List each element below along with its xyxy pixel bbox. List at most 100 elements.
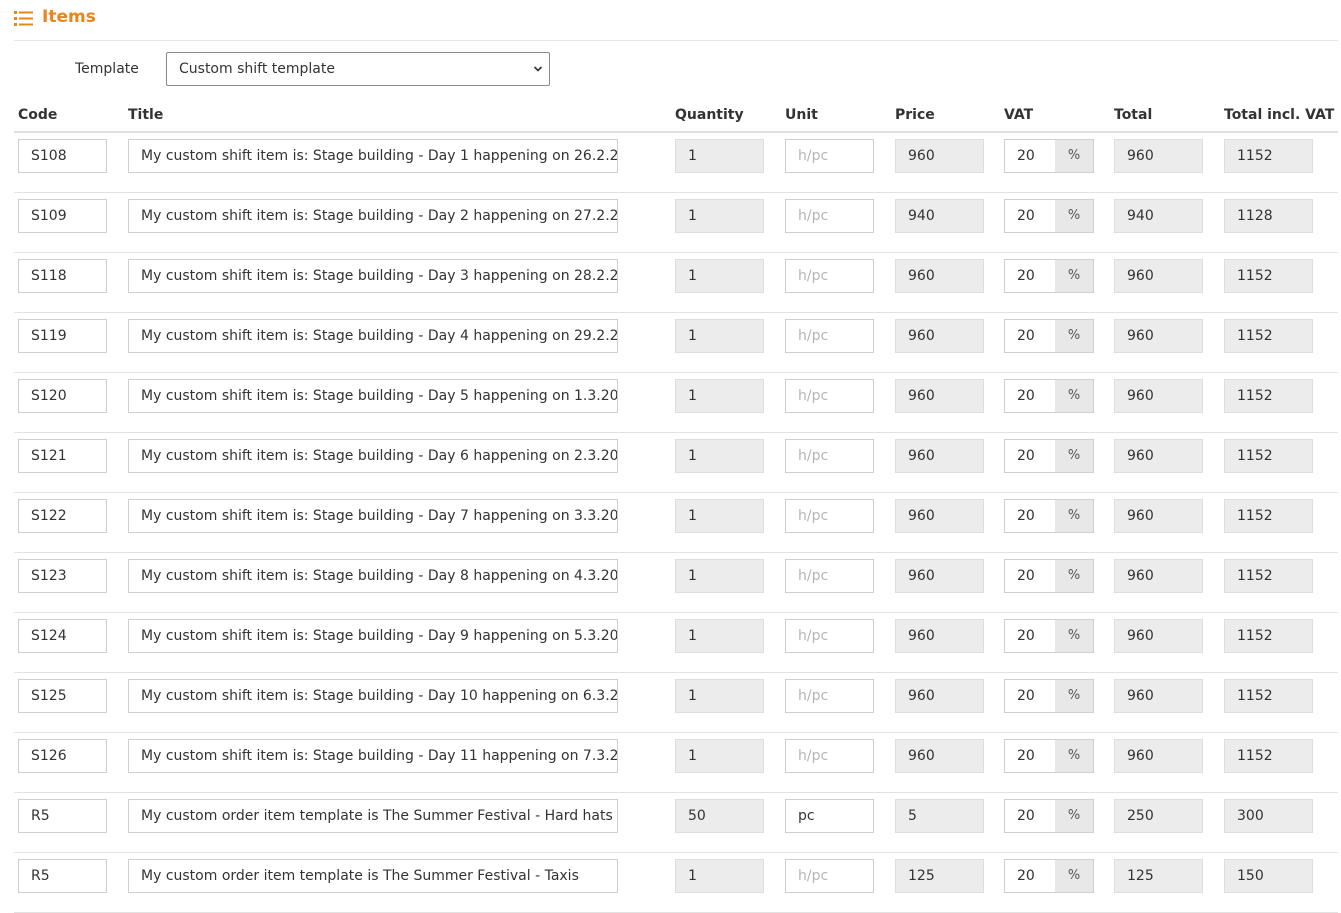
title-input[interactable]: My custom order item template is The Sum… [128,859,618,893]
table-row: R5 My custom order item template is The S… [0,793,1341,853]
vat-input[interactable]: 20 [1004,199,1055,233]
title-input[interactable]: My custom shift item is: Stage building … [128,319,618,353]
section-header: Items [14,0,1338,41]
list-icon [14,11,33,26]
quantity-field: 1 [675,259,764,293]
unit-input[interactable]: h/pc [785,319,874,353]
unit-input[interactable]: h/pc [785,139,874,173]
vat-input[interactable]: 20 [1004,499,1055,533]
total-vat-field: 1152 [1224,679,1313,713]
vat-input[interactable]: 20 [1004,619,1055,653]
total-field: 250 [1114,799,1203,833]
title-input[interactable]: My custom shift item is: Stage building … [128,559,618,593]
table-row: S122 My custom shift item is: Stage build… [0,493,1341,553]
price-field: 960 [895,559,984,593]
vat-input[interactable]: 20 [1004,559,1055,593]
code-input[interactable]: R5 [18,859,107,893]
total-vat-field: 1128 [1224,199,1313,233]
column-header-title: Title [128,107,164,123]
vat-input[interactable]: 20 [1004,139,1055,173]
title-input[interactable]: My custom order item template is The Sum… [128,799,618,833]
percent-addon: % [1055,379,1094,413]
total-field: 960 [1114,499,1203,533]
code-input[interactable]: S120 [18,379,107,413]
table-row: S126 My custom shift item is: Stage build… [0,733,1341,793]
unit-input[interactable]: h/pc [785,379,874,413]
template-select[interactable]: Custom shift template [166,52,550,86]
title-input[interactable]: My custom shift item is: Stage building … [128,499,618,533]
price-field: 960 [895,439,984,473]
percent-addon: % [1055,199,1094,233]
unit-input[interactable]: h/pc [785,259,874,293]
code-input[interactable]: S118 [18,259,107,293]
title-input[interactable]: My custom shift item is: Stage building … [128,439,618,473]
unit-input[interactable]: h/pc [785,859,874,893]
quantity-field: 1 [675,859,764,893]
code-input[interactable]: R5 [18,799,107,833]
total-field: 940 [1114,199,1203,233]
table-row: S109 My custom shift item is: Stage build… [0,193,1341,253]
table-row: S120 My custom shift item is: Stage build… [0,373,1341,433]
code-input[interactable]: S124 [18,619,107,653]
table-row: S124 My custom shift item is: Stage build… [0,613,1341,673]
code-input[interactable]: S123 [18,559,107,593]
column-header-price: Price [895,107,935,123]
table-row: S118 My custom shift item is: Stage build… [0,253,1341,313]
title-input[interactable]: My custom shift item is: Stage building … [128,379,618,413]
percent-addon: % [1055,679,1094,713]
vat-input[interactable]: 20 [1004,679,1055,713]
section-title: Items [42,7,96,27]
title-input[interactable]: My custom shift item is: Stage building … [128,739,618,773]
percent-addon: % [1055,739,1094,773]
price-field: 960 [895,379,984,413]
title-input[interactable]: My custom shift item is: Stage building … [128,139,618,173]
total-vat-field: 1152 [1224,619,1313,653]
code-input[interactable]: S121 [18,439,107,473]
vat-input[interactable]: 20 [1004,859,1055,893]
unit-input[interactable]: h/pc [785,739,874,773]
quantity-field: 1 [675,199,764,233]
price-field: 960 [895,259,984,293]
total-field: 960 [1114,319,1203,353]
unit-input[interactable]: h/pc [785,559,874,593]
unit-input[interactable]: h/pc [785,679,874,713]
quantity-field: 1 [675,439,764,473]
unit-input[interactable]: h/pc [785,199,874,233]
code-input[interactable]: S108 [18,139,107,173]
unit-input[interactable]: h/pc [785,619,874,653]
code-input[interactable]: S126 [18,739,107,773]
vat-input[interactable]: 20 [1004,379,1055,413]
percent-addon: % [1055,139,1094,173]
code-input[interactable]: S119 [18,319,107,353]
code-input[interactable]: S125 [18,679,107,713]
quantity-field: 1 [675,679,764,713]
column-header-total: Total [1114,107,1153,123]
vat-input[interactable]: 20 [1004,259,1055,293]
title-input[interactable]: My custom shift item is: Stage building … [128,259,618,293]
unit-input[interactable]: h/pc [785,439,874,473]
table-row: R5 My custom order item template is The S… [0,853,1341,913]
percent-addon: % [1055,499,1094,533]
quantity-field: 1 [675,319,764,353]
column-header-quantity: Quantity [675,107,744,123]
title-input[interactable]: My custom shift item is: Stage building … [128,679,618,713]
unit-input[interactable]: h/pc [785,499,874,533]
total-field: 960 [1114,259,1203,293]
title-input[interactable]: My custom shift item is: Stage building … [128,619,618,653]
code-input[interactable]: S109 [18,199,107,233]
chevron-down-icon [533,66,543,72]
column-header-vat: VAT [1004,107,1034,123]
price-field: 940 [895,199,984,233]
vat-input[interactable]: 20 [1004,739,1055,773]
total-vat-field: 1152 [1224,559,1313,593]
total-field: 125 [1114,859,1203,893]
template-label: Template [75,61,139,77]
table-row: S108 My custom shift item is: Stage build… [0,133,1341,193]
code-input[interactable]: S122 [18,499,107,533]
vat-input[interactable]: 20 [1004,439,1055,473]
unit-input[interactable]: pc [785,799,874,833]
quantity-field: 1 [675,619,764,653]
title-input[interactable]: My custom shift item is: Stage building … [128,199,618,233]
vat-input[interactable]: 20 [1004,319,1055,353]
vat-input[interactable]: 20 [1004,799,1055,833]
